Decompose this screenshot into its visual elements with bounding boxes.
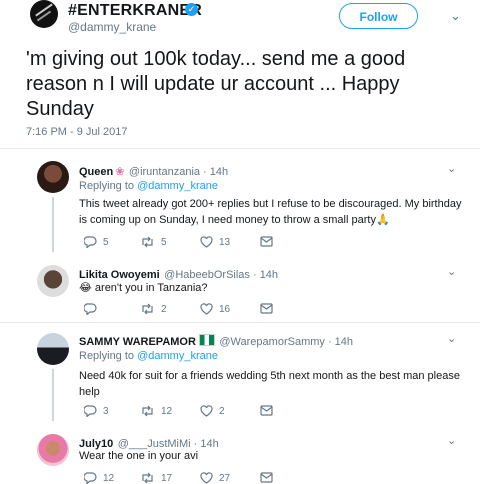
heart-icon xyxy=(200,405,213,417)
more-options-icon[interactable]: ⌄ xyxy=(450,8,461,24)
envelope-icon xyxy=(260,303,273,314)
reply-button[interactable] xyxy=(84,303,103,315)
envelope-icon xyxy=(260,236,273,247)
reply-header: SAMMY WAREPAMOR @WarepamorSammy · 14h xyxy=(79,332,353,350)
tweet-text: 'm giving out 100k today... send me a go… xyxy=(26,48,406,120)
reply-more-icon[interactable]: ⌄ xyxy=(447,332,456,345)
reply-icon xyxy=(84,472,97,484)
reply-avatar[interactable] xyxy=(37,434,69,466)
envelope-icon xyxy=(260,472,273,483)
heart-icon xyxy=(200,236,213,248)
heart-icon xyxy=(200,303,213,315)
retweet-icon xyxy=(142,472,153,484)
reply-actions: 2 16 xyxy=(0,303,480,317)
message-button[interactable] xyxy=(260,405,273,416)
nigeria-flag-icon xyxy=(198,334,215,346)
message-button[interactable] xyxy=(260,303,273,314)
reply-name[interactable]: SAMMY WAREPAMOR xyxy=(79,336,196,348)
reply-count: 3 xyxy=(103,405,109,417)
replying-to: Replying to @dammy_krane xyxy=(79,350,218,362)
like-button[interactable]: 13 xyxy=(200,236,230,248)
reply-icon xyxy=(84,303,97,315)
reply-count: 5 xyxy=(103,236,109,248)
retweet-icon xyxy=(142,236,153,248)
retweet-count: 12 xyxy=(161,405,173,417)
like-button[interactable]: 2 xyxy=(200,405,225,417)
retweet-icon xyxy=(142,405,153,417)
reply-text: 😂 aren't you in Tanzania? xyxy=(79,282,208,294)
reply-more-icon[interactable]: ⌄ xyxy=(447,434,456,447)
retweet-icon xyxy=(142,303,153,315)
replying-to-link[interactable]: @dammy_krane xyxy=(137,350,218,362)
reply-button[interactable]: 5 xyxy=(84,236,109,248)
reply-avatar[interactable] xyxy=(37,333,69,365)
like-count: 2 xyxy=(219,405,225,417)
reply-text: This tweet already got 200+ replies but … xyxy=(79,198,462,226)
message-button[interactable] xyxy=(260,472,273,483)
message-button[interactable] xyxy=(260,236,273,247)
author-handle[interactable]: @dammy_krane xyxy=(68,20,156,34)
reply-actions: 12 17 27 xyxy=(0,472,480,484)
retweet-button[interactable]: 5 xyxy=(140,236,167,248)
retweet-button[interactable]: 17 xyxy=(140,472,172,484)
reply-header: Queen ❀ @iruntanzania · 14h xyxy=(79,162,228,180)
reply-button[interactable]: 3 xyxy=(84,405,109,417)
divider xyxy=(0,322,480,323)
tweet-timestamp[interactable]: 7:16 PM - 9 Jul 2017 xyxy=(26,126,128,138)
like-count: 13 xyxy=(219,236,231,248)
reply-icon xyxy=(84,236,97,248)
divider xyxy=(0,148,480,149)
retweet-button[interactable]: 12 xyxy=(140,405,172,417)
follow-button[interactable]: Follow xyxy=(339,3,418,29)
retweet-button[interactable]: 2 xyxy=(140,303,167,315)
retweet-count: 17 xyxy=(161,472,173,484)
replying-to: Replying to @dammy_krane xyxy=(79,180,218,192)
retweet-count: 2 xyxy=(161,303,167,315)
reply-count: 12 xyxy=(103,472,115,484)
reply-handle[interactable]: @iruntanzania · 14h xyxy=(129,166,228,178)
author-name[interactable]: #ENTERKRANER xyxy=(68,2,202,20)
author-avatar[interactable] xyxy=(30,0,58,28)
reply-button[interactable]: 12 xyxy=(84,472,114,484)
reply-name[interactable]: Queen xyxy=(79,166,113,178)
like-count: 27 xyxy=(219,472,231,484)
heart-icon xyxy=(200,472,213,484)
like-button[interactable]: 27 xyxy=(200,472,230,484)
verified-badge-icon: ✓ xyxy=(185,3,198,16)
replying-to-link[interactable]: @dammy_krane xyxy=(137,180,218,192)
reply-text: Wear the one in your avi xyxy=(79,450,199,462)
reply-actions: 3 12 2 xyxy=(0,405,480,419)
flower-emoji-icon: ❀ xyxy=(115,166,125,178)
envelope-icon xyxy=(260,405,273,416)
retweet-count: 5 xyxy=(161,236,167,248)
reply-icon xyxy=(84,405,97,417)
reply-handle[interactable]: @WarepamorSammy · 14h xyxy=(219,336,353,348)
like-count: 16 xyxy=(219,303,231,315)
reply-more-icon[interactable]: ⌄ xyxy=(447,265,456,278)
reply-more-icon[interactable]: ⌄ xyxy=(447,162,456,175)
reply-actions: 5 5 13 xyxy=(0,236,480,250)
like-button[interactable]: 16 xyxy=(200,303,230,315)
reply-avatar[interactable] xyxy=(37,265,69,297)
reply-avatar[interactable] xyxy=(37,161,69,193)
reply-text: Need 40k for suit for a friends wedding … xyxy=(79,370,460,398)
